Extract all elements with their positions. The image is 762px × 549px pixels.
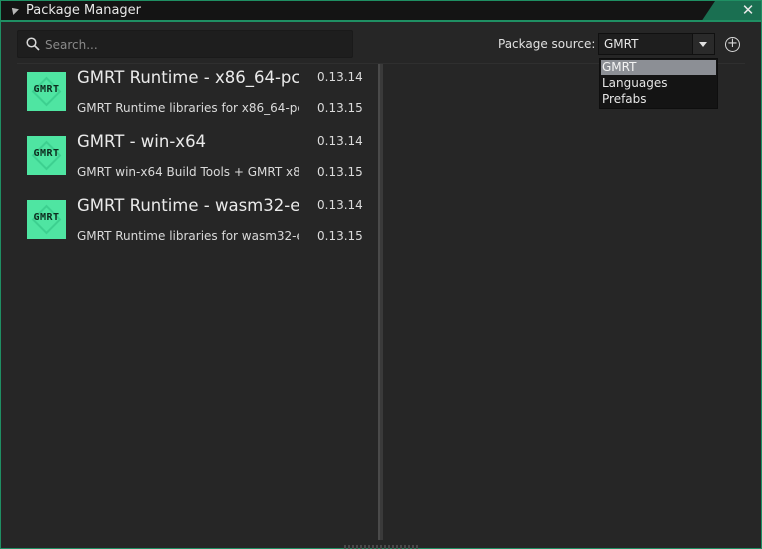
plus-circle-icon: + (727, 36, 738, 51)
installed-version: 0.13.14 (317, 198, 363, 212)
gmrt-logo-icon: GMRT (27, 72, 66, 111)
package-name: GMRT Runtime - x86_64-pc-windows-msvc (77, 68, 299, 87)
package-description: GMRT win-x64 Build Tools + GMRT x86_64 (77, 165, 299, 179)
package-description: GMRT Runtime libraries for x86_64-pc-win… (77, 101, 299, 115)
panel-splitter[interactable] (378, 64, 383, 540)
package-manager-window: Package Manager ✕ Package source: GMRT +… (0, 0, 762, 549)
search-input[interactable] (45, 35, 345, 55)
latest-version: 0.13.15 (317, 165, 363, 179)
latest-version: 0.13.15 (317, 101, 363, 115)
dropdown-option-prefabs[interactable]: Prefabs (601, 92, 716, 107)
gmrt-logo-icon: GMRT (27, 200, 66, 239)
logo-text: GMRT (33, 148, 60, 159)
package-description: GMRT Runtime libraries for wasm32-emscri… (77, 229, 299, 243)
search-box[interactable] (17, 30, 353, 58)
package-source-select[interactable]: GMRT (598, 33, 715, 55)
window-title: Package Manager (26, 3, 142, 18)
dropdown-button[interactable] (692, 34, 714, 54)
package-list: GMRT GMRT Runtime - x86_64-pc-windows-ms… (17, 64, 377, 540)
installed-version: 0.13.14 (317, 70, 363, 84)
package-item[interactable]: GMRT GMRT Runtime - x86_64-pc-windows-ms… (17, 64, 377, 128)
gmrt-logo-icon: GMRT (27, 136, 66, 175)
package-source-label: Package source: (498, 37, 596, 51)
resize-handle[interactable] (344, 545, 420, 549)
package-name: GMRT - win-x64 (77, 132, 207, 151)
close-icon[interactable]: ✕ (741, 3, 755, 18)
package-source-dropdown: GMRT Languages Prefabs (599, 58, 718, 109)
package-source-value: GMRT (604, 37, 639, 51)
splitter-handle[interactable] (378, 64, 380, 540)
add-source-button[interactable]: + (725, 37, 740, 52)
collapse-triangle-icon[interactable] (9, 5, 19, 15)
package-name: GMRT Runtime - wasm32-emscripten (77, 196, 299, 215)
logo-text: GMRT (33, 84, 60, 95)
package-item[interactable]: GMRT GMRT - win-x64 0.13.14 GMRT win-x64… (17, 128, 377, 192)
package-details-panel (384, 64, 745, 540)
title-bar-underline (1, 20, 761, 22)
dropdown-option-gmrt[interactable]: GMRT (601, 60, 716, 75)
installed-version: 0.13.14 (317, 134, 363, 148)
chevron-down-icon (699, 42, 707, 47)
latest-version: 0.13.15 (317, 229, 363, 243)
search-icon (26, 37, 40, 51)
package-item[interactable]: GMRT GMRT Runtime - wasm32-emscripten 0.… (17, 192, 377, 256)
dropdown-option-languages[interactable]: Languages (601, 76, 716, 91)
logo-text: GMRT (33, 212, 60, 223)
title-bar: Package Manager ✕ (1, 1, 761, 22)
